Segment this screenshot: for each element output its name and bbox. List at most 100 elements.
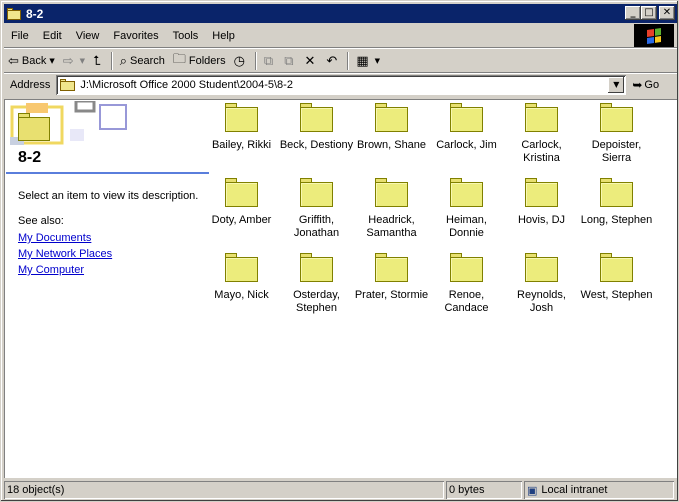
folder-item[interactable]: Mayo, Nick — [204, 253, 279, 302]
folder-item[interactable]: Depoister, Sierra — [579, 103, 654, 165]
close-button[interactable]: ✕ — [659, 6, 675, 20]
intranet-icon: ▣ — [527, 483, 538, 497]
up-button[interactable]: ⮤ — [89, 51, 108, 71]
folder-icon — [599, 103, 634, 133]
folder-item[interactable]: Bailey, Rikki — [204, 103, 279, 152]
folder-label: Renoe, Candace — [444, 289, 489, 314]
folder-label: Osterday, Stephen — [293, 289, 340, 314]
search-button[interactable]: ⌕ Search — [116, 51, 169, 71]
folder-label: Doty, Amber — [211, 214, 272, 226]
menu-file[interactable]: File — [4, 30, 36, 42]
title-bar[interactable]: 8-2 _ □ ✕ — [4, 4, 677, 23]
address-bar: Address J:\Microsoft Office 2000 Student… — [4, 74, 677, 96]
folder-label: Prater, Stormie — [354, 289, 429, 301]
folder-item[interactable]: Carlock, Kristina — [504, 103, 579, 165]
undo-icon: ↶ — [326, 53, 338, 69]
folder-icon — [299, 178, 334, 208]
folder-item[interactable]: Beck, Destiony — [279, 103, 354, 152]
folder-icon — [374, 253, 409, 283]
folders-button[interactable]: 🗀 Folders — [169, 51, 230, 71]
search-icon: ⌕ — [119, 53, 128, 69]
link-my-network-places[interactable]: My Network Places — [18, 248, 112, 260]
views-icon: ▦ — [356, 53, 369, 69]
link-my-computer[interactable]: My Computer — [18, 264, 112, 276]
webview-pane: 8-2 Select an item to view its descripti… — [4, 99, 209, 478]
see-also-label: See also: — [18, 215, 64, 227]
folder-icon — [299, 103, 334, 133]
folder-icon — [449, 178, 484, 208]
up-folder-icon: ⮤ — [93, 53, 101, 69]
chevron-down-icon: ▼ — [374, 57, 381, 65]
folder-label: Long, Stephen — [580, 214, 653, 226]
folder-item[interactable]: Heiman, Donnie — [429, 178, 504, 240]
folder-item[interactable]: Headrick, Samantha — [354, 178, 429, 240]
address-dropdown-button[interactable]: ▼ — [608, 77, 625, 93]
folder-label: Bailey, Rikki — [211, 139, 272, 151]
folder-label: Mayo, Nick — [214, 289, 269, 301]
move-to-button[interactable]: ⧉ — [260, 51, 280, 71]
folder-label: Carlock, Kristina — [521, 139, 562, 164]
forward-button[interactable]: ⇨ ▼ — [59, 51, 89, 71]
menu-tools[interactable]: Tools — [166, 30, 206, 42]
folder-label: Reynolds, Josh — [517, 289, 566, 314]
status-zone: ▣ Local intranet — [524, 481, 674, 499]
folder-item[interactable]: West, Stephen — [579, 253, 654, 302]
folder-icon — [599, 178, 634, 208]
folder-item[interactable]: Brown, Shane — [354, 103, 429, 152]
folder-icon — [6, 7, 22, 21]
delete-button[interactable]: ✕ — [301, 51, 323, 71]
copy-to-button[interactable]: ⧉ — [280, 51, 300, 71]
folder-icon — [449, 103, 484, 133]
folder-item[interactable]: Osterday, Stephen — [279, 253, 354, 315]
back-arrow-icon: ⇦ — [8, 53, 19, 69]
folder-label: Griffith, Jonathan — [293, 214, 340, 239]
history-button[interactable]: ◷ — [230, 51, 252, 71]
views-button[interactable]: ▦ ▼ — [352, 51, 384, 71]
copy-to-icon: ⧉ — [284, 53, 294, 69]
folder-icon — [224, 253, 259, 283]
folder-label: Carlock, Jim — [436, 139, 497, 151]
status-bar: 18 object(s) 0 bytes ▣ Local intranet — [4, 480, 677, 500]
chevron-down-icon[interactable]: ▼ — [49, 57, 54, 65]
webview-title: 8-2 — [18, 149, 42, 166]
menu-favorites[interactable]: Favorites — [106, 30, 165, 42]
menu-view[interactable]: View — [69, 30, 107, 42]
undo-button[interactable]: ↶ — [322, 51, 344, 71]
window-title: 8-2 — [26, 6, 44, 21]
link-my-documents[interactable]: My Documents — [18, 232, 112, 244]
webview-description: Select an item to view its description. — [18, 190, 199, 202]
address-value: J:\Microsoft Office 2000 Student\2004-5\… — [80, 79, 293, 91]
folder-item[interactable]: Renoe, Candace — [429, 253, 504, 315]
delete-icon: ✕ — [304, 53, 316, 69]
folder-icon — [524, 178, 559, 208]
menu-help[interactable]: Help — [205, 30, 242, 42]
folder-icon — [524, 103, 559, 133]
folder-item[interactable]: Carlock, Jim — [429, 103, 504, 152]
folder-label: Beck, Destiony — [279, 139, 354, 151]
folder-item[interactable]: Reynolds, Josh — [504, 253, 579, 315]
minimize-button[interactable]: _ — [625, 6, 641, 20]
chevron-down-icon[interactable]: ▼ — [80, 57, 85, 65]
explorer-window: 8-2 _ □ ✕ File Edit View Favorites Tools… — [0, 0, 679, 502]
folder-icon — [374, 178, 409, 208]
folder-label: West, Stephen — [580, 289, 653, 301]
go-button[interactable]: ➥ Go — [632, 78, 659, 92]
menu-edit[interactable]: Edit — [36, 30, 69, 42]
forward-arrow-icon: ⇨ — [62, 53, 74, 69]
folder-item[interactable]: Doty, Amber — [204, 178, 279, 227]
folder-icon — [299, 253, 334, 283]
back-button[interactable]: ⇦ Back ▼ — [4, 51, 59, 71]
folder-item[interactable]: Hovis, DJ — [504, 178, 579, 227]
folder-item[interactable]: Long, Stephen — [579, 178, 654, 227]
address-input[interactable]: J:\Microsoft Office 2000 Student\2004-5\… — [56, 75, 627, 95]
maximize-button[interactable]: □ — [641, 6, 657, 20]
go-arrow-icon: ➥ — [632, 78, 643, 92]
windows-logo-icon — [634, 24, 674, 48]
folder-item[interactable]: Prater, Stormie — [354, 253, 429, 302]
folder-icon — [60, 79, 76, 91]
divider — [6, 172, 209, 174]
folder-icon — [224, 103, 259, 133]
menu-bar: File Edit View Favorites Tools Help — [4, 25, 634, 47]
folder-item[interactable]: Griffith, Jonathan — [279, 178, 354, 240]
folder-icon — [599, 253, 634, 283]
